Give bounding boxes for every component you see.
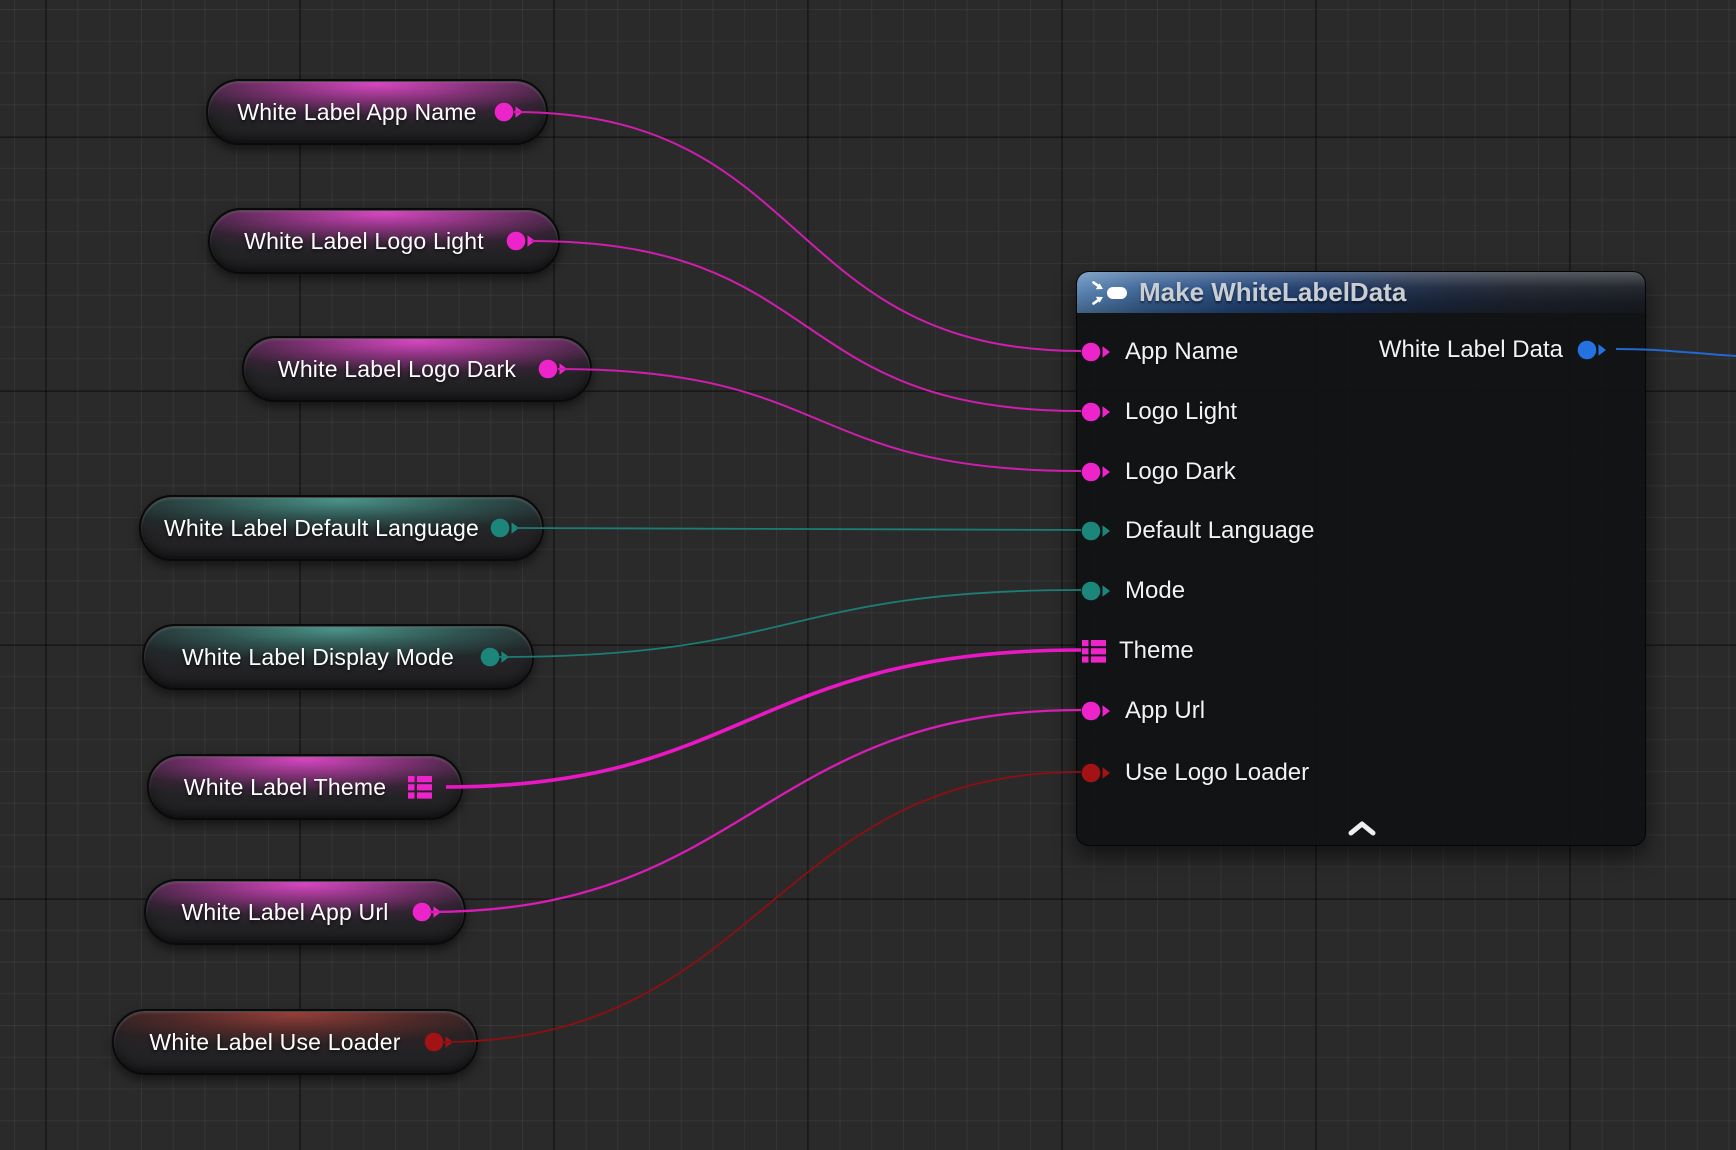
pin-row-default-language: Default Language [1081,514,1315,548]
pin-row-logo-dark: Logo Dark [1081,455,1236,489]
output-pin-white-label-data[interactable] [1577,339,1609,361]
wire-display-mode[interactable] [499,590,1081,657]
pin-row-app-name: App Name [1081,335,1238,369]
wire-app-url[interactable] [429,710,1081,912]
wire-use-loader[interactable] [442,772,1081,1042]
output-pin-label: White Label Data [1379,336,1563,364]
pin-row-logo-light: Logo Light [1081,395,1237,429]
wire-logo-light[interactable] [531,241,1081,411]
node-getter-white-label-app-name[interactable]: White Label App Name [206,79,548,145]
input-pin-label: Logo Light [1125,398,1237,426]
input-pin-label: App Url [1125,697,1205,725]
node-title: Make WhiteLabelData [1139,277,1406,308]
getter-label: White Label Use Loader [149,1029,400,1056]
wire-default-language[interactable] [516,528,1081,530]
input-pin[interactable] [1081,401,1113,423]
chevron-up-icon [1345,825,1379,840]
node-getter-white-label-display-mode[interactable]: White Label Display Mode [142,624,534,690]
getter-label: White Label Theme [184,774,386,801]
pin-row-mode: Mode [1081,574,1185,608]
input-pin-label: Default Language [1125,517,1315,545]
wire-logo-dark[interactable] [558,369,1081,471]
node-getter-white-label-use-loader[interactable]: White Label Use Loader [112,1009,478,1075]
getter-label: White Label Logo Dark [278,356,516,383]
getter-label: White Label Display Mode [182,644,454,671]
struct-pin-icon[interactable] [1081,638,1107,664]
wire-theme[interactable] [446,650,1081,787]
node-make-whitelabeldata[interactable]: Make WhiteLabelData App Name Logo Light Lo… [1076,271,1646,846]
input-pin[interactable] [1081,762,1113,784]
pin-row-use-logo-loader: Use Logo Loader [1081,756,1309,790]
input-pin[interactable] [1081,580,1113,602]
input-pin[interactable] [1081,520,1113,542]
node-getter-white-label-app-url[interactable]: White Label App Url [144,879,466,945]
pin-row-app-url: App Url [1081,694,1205,728]
getter-label: White Label App Name [237,99,476,126]
node-getter-white-label-default-language[interactable]: White Label Default Language [139,495,544,561]
input-pin[interactable] [1081,341,1113,363]
node-getter-white-label-theme[interactable]: White Label Theme [147,754,463,820]
input-pin-label: Logo Dark [1125,458,1236,486]
collapse-chevron-button[interactable] [1341,815,1383,841]
blueprint-graph-canvas[interactable]: White Label App Name White Label Logo Lig… [0,0,1736,1150]
input-pin-label: Use Logo Loader [1125,759,1309,787]
node-getter-white-label-logo-dark[interactable]: White Label Logo Dark [242,336,592,402]
getter-label: White Label App Url [181,899,388,926]
input-pin-label: Mode [1125,577,1185,605]
pin-row-white-label-data: White Label Data [1379,333,1609,367]
make-struct-icon [1091,280,1129,306]
getter-label: White Label Default Language [164,515,479,542]
input-pin-label: App Name [1125,338,1238,366]
struct-pin-icon[interactable] [407,774,433,800]
pin-row-theme: Theme [1081,634,1194,668]
getter-label: White Label Logo Light [244,228,484,255]
wire-app-name[interactable] [514,112,1081,351]
input-pin[interactable] [1081,461,1113,483]
node-getter-white-label-logo-light[interactable]: White Label Logo Light [208,208,560,274]
node-header[interactable]: Make WhiteLabelData [1077,272,1645,313]
input-pin-label: Theme [1119,637,1194,665]
input-pin[interactable] [1081,700,1113,722]
